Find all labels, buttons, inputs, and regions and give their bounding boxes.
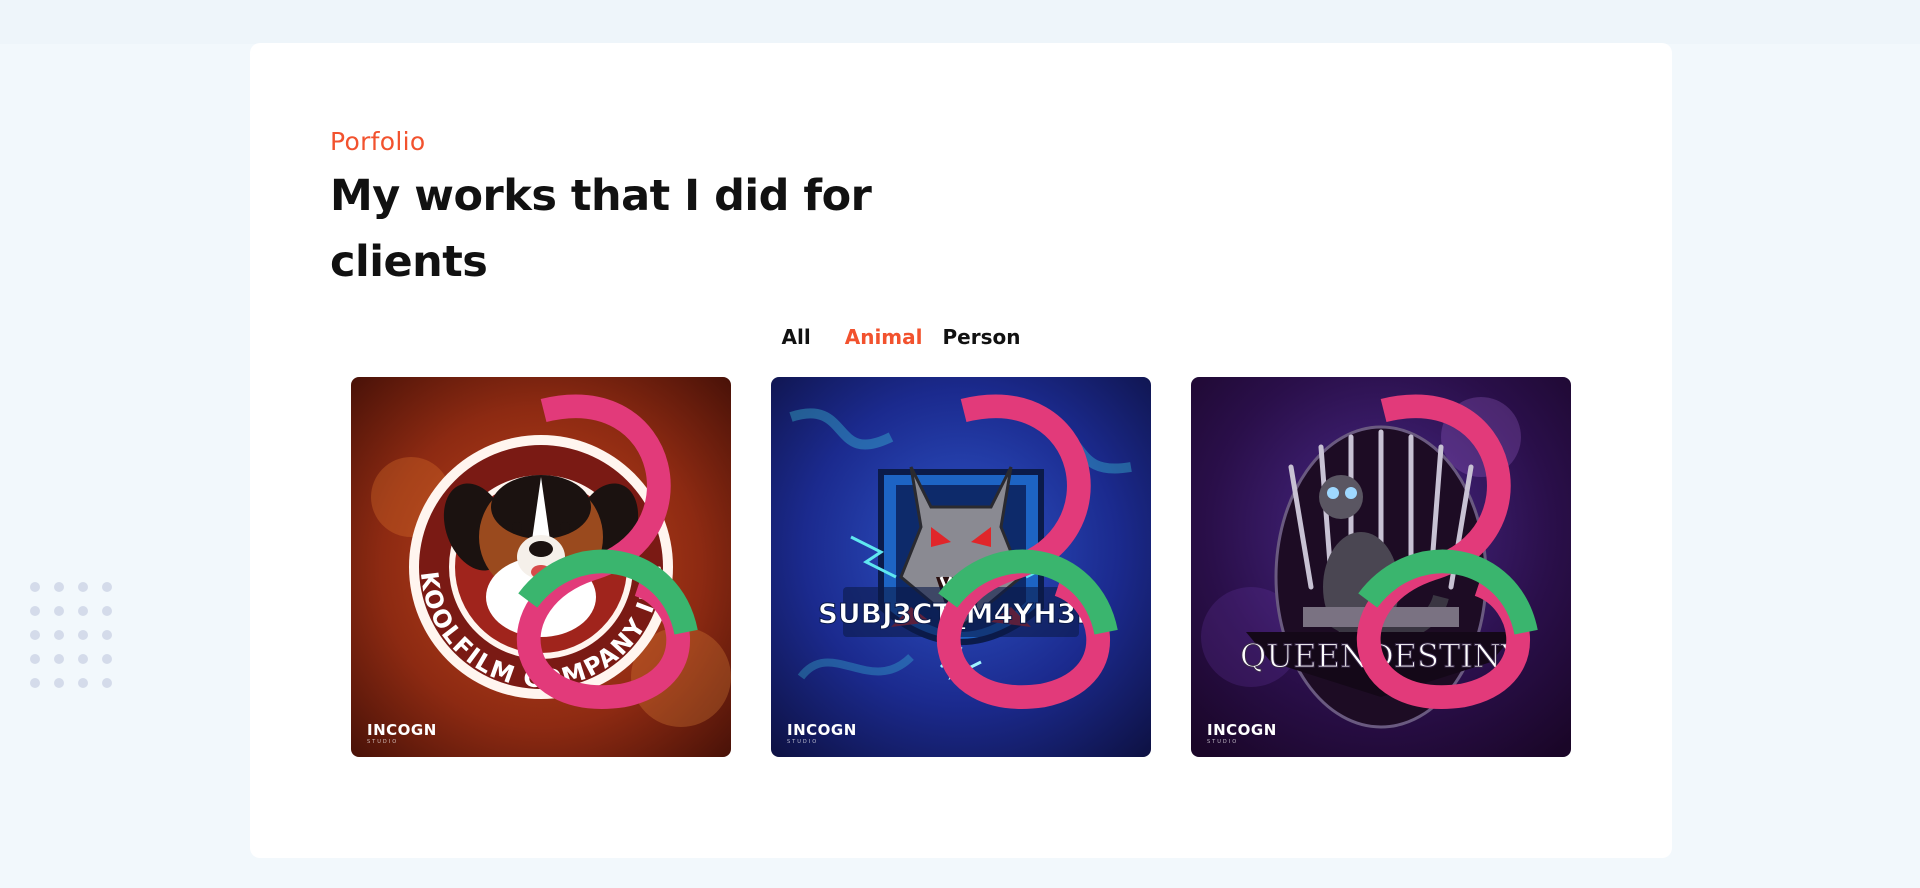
watermark-subtext: STUDIO bbox=[1207, 739, 1239, 745]
portfolio-item-throne-logo[interactable]: QUEENDESTINY INCOGN STUDIO bbox=[1191, 377, 1571, 757]
watermark-subtext: STUDIO bbox=[787, 739, 819, 745]
watermark-loop-icon bbox=[936, 394, 1118, 709]
portfolio-gallery: AKOOLFILM COMPANY INC. INCOGN STUDIO bbox=[351, 377, 1571, 757]
filter-tab-all[interactable]: All bbox=[782, 325, 811, 349]
filter-tab-person[interactable]: Person bbox=[943, 325, 1021, 349]
section-eyebrow: Porfolio bbox=[330, 127, 426, 156]
filter-tab-animal[interactable]: Animal bbox=[845, 325, 923, 349]
portfolio-item-wolf-logo[interactable]: SUBJ3CT_M4YH3M INCOGN STUDIO bbox=[771, 377, 1151, 757]
portfolio-item-dog-logo[interactable]: AKOOLFILM COMPANY INC. INCOGN STUDIO bbox=[351, 377, 731, 757]
portfolio-section: Porfolio My works that I did for clients… bbox=[250, 43, 1672, 858]
section-headline: My works that I did for clients bbox=[330, 171, 872, 287]
watermark-subtext: STUDIO bbox=[367, 739, 399, 745]
decorative-dot-grid bbox=[30, 582, 112, 688]
watermark-loop-icon bbox=[516, 394, 698, 709]
portfolio-filter-tabs: All Animal Person bbox=[250, 325, 1672, 349]
page-top-band bbox=[0, 0, 1920, 44]
watermark-loop-icon bbox=[1356, 394, 1538, 709]
